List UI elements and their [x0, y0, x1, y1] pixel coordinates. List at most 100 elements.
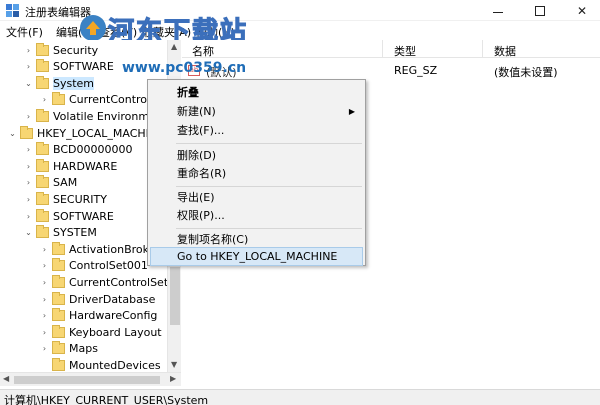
menu-separator [176, 143, 362, 144]
scroll-up-icon[interactable]: ▲ [171, 42, 177, 51]
chevron-right-icon[interactable]: › [24, 62, 33, 71]
tree-item[interactable]: › SOFTWARE [24, 208, 114, 224]
menu-item-label: 新建(N) [177, 105, 216, 118]
menu-item-find[interactable]: 查找(F)... [150, 121, 363, 140]
tree-item[interactable]: › ControlSet001 [40, 258, 148, 274]
tree-item[interactable]: MountedDevices [40, 357, 161, 372]
scroll-right-icon[interactable]: ▶ [170, 374, 176, 383]
chevron-right-icon[interactable]: › [24, 178, 33, 187]
chevron-down-icon[interactable]: ⌄ [24, 228, 33, 237]
menu-item-export[interactable]: 导出(E) [150, 188, 363, 207]
tree-horizontal-scrollbar[interactable]: ◀ ▶ [0, 372, 181, 386]
chevron-right-icon[interactable]: › [40, 344, 49, 353]
folder-icon [36, 208, 49, 222]
tree-item-label: SAM [53, 176, 78, 190]
menu-item-label: 复制项名称(C) [177, 233, 249, 246]
scroll-thumb[interactable] [170, 267, 180, 325]
column-divider[interactable] [482, 40, 483, 58]
scroll-left-icon[interactable]: ◀ [3, 374, 9, 383]
tree-item[interactable]: › Security [24, 42, 98, 58]
menu-item-collapse[interactable]: 折叠 [150, 83, 363, 102]
chevron-right-icon[interactable]: › [24, 195, 33, 204]
status-path: 计算机\HKEY_CURRENT_USER\System [4, 394, 209, 405]
column-type[interactable]: 类型 [394, 43, 416, 59]
folder-icon [52, 324, 65, 338]
chevron-right-icon[interactable]: › [24, 212, 33, 221]
folder-icon [36, 175, 49, 189]
menu-item-label: 权限(P)... [177, 209, 225, 222]
chevron-right-icon[interactable]: › [40, 245, 49, 254]
close-button[interactable]: ✕ [562, 0, 600, 21]
folder-icon [36, 75, 49, 89]
tree-item-label: SECURITY [53, 192, 107, 206]
chevron-right-icon[interactable]: › [40, 95, 49, 104]
column-name[interactable]: 名称 [192, 43, 214, 59]
menu-item-label: 导出(E) [177, 191, 215, 204]
chevron-right-icon[interactable]: › [40, 328, 49, 337]
menu-file[interactable]: 文件(F) [6, 24, 43, 40]
watermark-logo-icon [80, 15, 106, 41]
chevron-down-icon[interactable]: ⌄ [24, 79, 33, 88]
menu-item-goto-hklm[interactable]: Go to HKEY_LOCAL_MACHINE [150, 247, 363, 266]
chevron-right-icon[interactable]: › [24, 112, 33, 121]
tree-item-label: System [53, 76, 95, 90]
tree-item[interactable]: ⌄ HKEY_LOCAL_MACHIN [8, 125, 157, 141]
maximize-icon [535, 5, 545, 16]
chevron-right-icon[interactable]: › [40, 311, 49, 320]
tree-item[interactable]: ⌄ SYSTEM [24, 225, 97, 241]
folder-icon [52, 92, 65, 106]
chevron-right-icon[interactable]: › [40, 295, 49, 304]
tree-item[interactable]: › Keyboard Layout [40, 324, 162, 340]
folder-icon [36, 142, 49, 156]
chevron-right-icon[interactable]: › [40, 261, 49, 270]
tree-item-label: SOFTWARE [53, 209, 114, 223]
tree-item-label: DriverDatabase [69, 292, 156, 306]
menu-item-new[interactable]: 新建(N) ▶ [150, 102, 363, 121]
tree-item-label: Security [53, 43, 99, 57]
column-divider[interactable] [382, 40, 383, 58]
tree-item[interactable]: › HARDWARE [24, 158, 117, 174]
tree-item[interactable]: › SECURITY [24, 191, 107, 207]
tree-item[interactable]: › BCD00000000 [24, 142, 133, 158]
tree-item[interactable]: › DriverDatabase [40, 291, 155, 307]
tree-item-label: CurrentControlSet [69, 275, 169, 289]
menu-item-label: Go to HKEY_LOCAL_MACHINE [177, 250, 338, 263]
value-type: REG_SZ [394, 64, 438, 77]
tree-item[interactable]: › HardwareConfig [40, 308, 157, 324]
menu-item-label: 折叠 [177, 86, 199, 99]
tree-item[interactable]: › Maps [40, 341, 98, 357]
status-bar: 计算机\HKEY_CURRENT_USER\System [0, 389, 600, 405]
tree-item[interactable]: › SOFTWARE [24, 59, 114, 75]
tree-item[interactable]: › Volatile Environme [24, 108, 156, 124]
maximize-button[interactable] [520, 0, 560, 21]
folder-icon [52, 241, 65, 255]
tree-item[interactable]: › CurrentControlS [40, 92, 157, 108]
tree-item-label: ActivationBroke [69, 242, 156, 256]
chevron-down-icon[interactable]: ⌄ [8, 129, 17, 138]
tree-item-label: SOFTWARE [53, 60, 114, 74]
tree-item-label: Keyboard Layout [69, 325, 162, 339]
scroll-down-icon[interactable]: ▼ [171, 360, 177, 369]
tree-item-label: HARDWARE [53, 159, 118, 173]
menu-item-permissions[interactable]: 权限(P)... [150, 206, 363, 225]
tree-item[interactable]: › CurrentControlSet [40, 274, 168, 290]
menu-item-rename[interactable]: 重命名(R) [150, 164, 363, 183]
hscroll-thumb[interactable] [14, 376, 160, 384]
tree-item[interactable]: › ActivationBroke [40, 241, 155, 257]
minimize-icon [493, 12, 503, 13]
folder-icon [36, 42, 49, 56]
folder-icon [36, 59, 49, 73]
menu-item-delete[interactable]: 删除(D) [150, 146, 363, 165]
column-data[interactable]: 数据 [494, 43, 516, 59]
minimize-button[interactable] [478, 0, 518, 21]
chevron-right-icon[interactable]: › [24, 162, 33, 171]
tree-item[interactable]: ⌄ System [24, 75, 95, 91]
value-data: (数值未设置) [494, 66, 558, 79]
chevron-right-icon[interactable]: › [40, 278, 49, 287]
close-icon: ✕ [576, 3, 588, 18]
chevron-right-icon[interactable]: › [24, 145, 33, 154]
tree-item[interactable]: › SAM [24, 175, 77, 191]
chevron-right-icon[interactable]: › [24, 46, 33, 55]
tree-item-label: CurrentControlS [69, 93, 158, 107]
tree-item-label: Maps [69, 342, 98, 356]
